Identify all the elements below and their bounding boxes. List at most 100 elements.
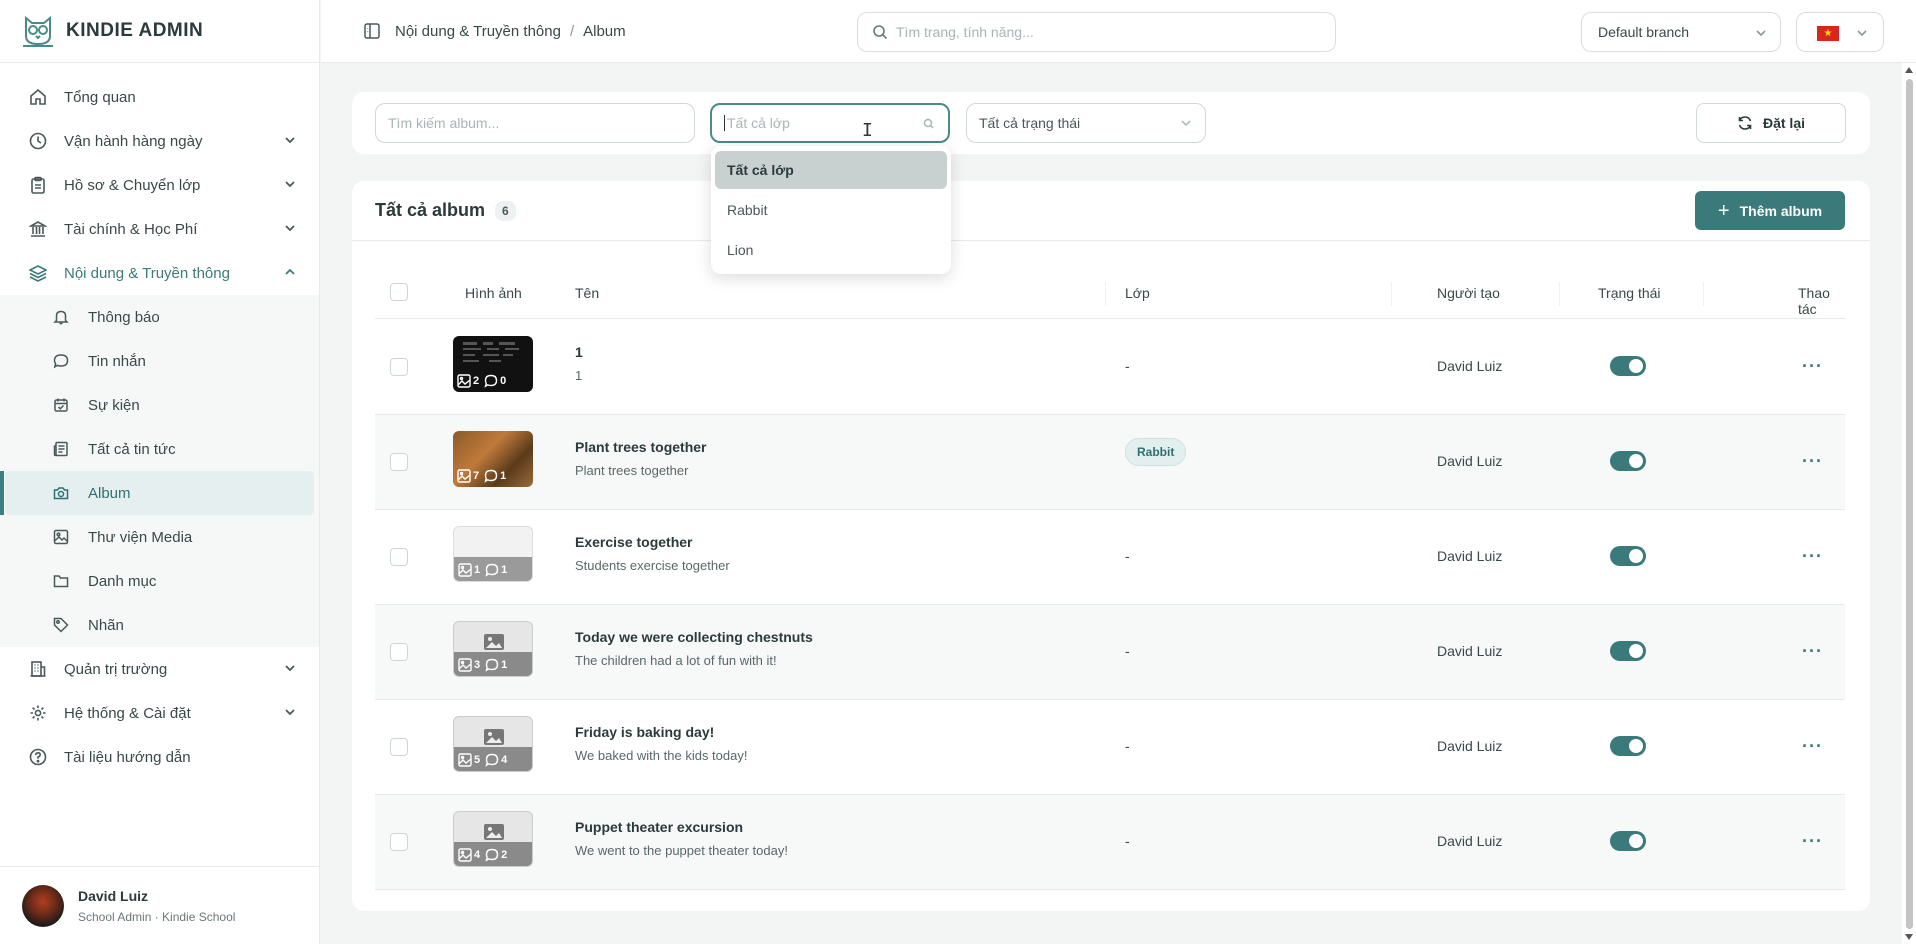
album-search-placeholder: Tìm kiếm album... [388, 115, 500, 131]
add-album-button[interactable]: + Thêm album [1695, 191, 1845, 230]
more-actions-icon[interactable]: ··· [1802, 831, 1823, 852]
album-thumbnail[interactable]: 5 4 [453, 716, 533, 772]
global-search-input[interactable]: Tìm trang, tính năng... [857, 12, 1336, 52]
album-name[interactable]: Friday is baking day! [575, 724, 714, 740]
row-checkbox[interactable] [390, 548, 408, 566]
table-row[interactable]: 7 1 Plant trees together Plant trees tog… [375, 415, 1845, 510]
sidebar-item-daily-ops[interactable]: Vận hành hàng ngày [0, 119, 319, 163]
scroll-up-icon[interactable] [1905, 67, 1913, 73]
sidebar-item-docs[interactable]: Tài liệu hướng dẫn [0, 735, 319, 779]
album-thumbnail[interactable]: 3 1 [453, 621, 533, 677]
sidebar-item-notifications[interactable]: Thông báo [0, 295, 319, 339]
page-scrollbar[interactable] [1902, 63, 1916, 944]
more-actions-icon[interactable]: ··· [1802, 641, 1823, 662]
row-checkbox[interactable] [390, 453, 408, 471]
sidebar-item-overview[interactable]: Tổng quan [0, 75, 319, 119]
column-header-name[interactable]: Tên [575, 285, 599, 301]
album-class: - [1125, 548, 1130, 564]
album-search-input[interactable]: Tìm kiếm album... [375, 103, 695, 143]
album-name[interactable]: Plant trees together [575, 439, 706, 455]
album-description: The children had a lot of fun with it! [575, 653, 777, 668]
sidebar-item-finance[interactable]: Tài chính & Học Phí [0, 207, 319, 251]
table-row[interactable]: 2 0 1 1 - David Luiz ··· [375, 320, 1845, 415]
album-name[interactable]: Exercise together [575, 534, 693, 550]
camera-icon [52, 484, 70, 502]
album-name[interactable]: Puppet theater excursion [575, 819, 743, 835]
album-creator: David Luiz [1437, 453, 1503, 469]
sidebar-item-album[interactable]: Album [0, 471, 314, 515]
status-toggle[interactable] [1610, 641, 1646, 661]
table-row[interactable]: 4 2 Puppet theater excursion We went to … [375, 795, 1845, 890]
status-filter-select[interactable]: Tất cả trạng thái [966, 103, 1206, 143]
more-actions-icon[interactable]: ··· [1802, 356, 1823, 377]
class-badge: Rabbit [1125, 438, 1187, 466]
comment-count: 0 [500, 375, 507, 387]
tag-icon [52, 616, 70, 634]
row-checkbox[interactable] [390, 643, 408, 661]
plus-icon: + [1717, 199, 1730, 222]
chat-icon [485, 563, 499, 577]
sidebar-item-school-admin[interactable]: Quản trị trường [0, 647, 319, 691]
album-thumbnail[interactable]: 1 1 [453, 526, 533, 582]
sidebar-toggle-icon[interactable] [363, 22, 381, 40]
dropdown-option-lion[interactable]: Lion [715, 231, 947, 269]
dropdown-option-rabbit[interactable]: Rabbit [715, 191, 947, 229]
filter-bar: Tìm kiếm album... Tất cả lớp Tất cả trạn… [352, 92, 1870, 154]
scrollbar-thumb[interactable] [1906, 79, 1913, 929]
language-select[interactable]: ★ [1796, 12, 1884, 52]
album-thumbnail[interactable]: 7 1 [453, 431, 533, 487]
sidebar-item-label: Quản trị trường [64, 660, 168, 678]
branch-select[interactable]: Default branch [1581, 12, 1781, 52]
sidebar-item-system-settings[interactable]: Hệ thống & Cài đặt [0, 691, 319, 735]
sidebar-item-messages[interactable]: Tin nhắn [0, 339, 319, 383]
row-checkbox[interactable] [390, 833, 408, 851]
table-row[interactable]: 1 1 Exercise together Students exercise … [375, 510, 1845, 605]
chevron-down-icon [285, 225, 295, 232]
status-toggle[interactable] [1610, 831, 1646, 851]
row-checkbox[interactable] [390, 358, 408, 376]
status-toggle[interactable] [1610, 546, 1646, 566]
row-checkbox[interactable] [390, 738, 408, 756]
sidebar-item-content[interactable]: Nội dung & Truyền thông [0, 251, 319, 295]
brand[interactable]: KINDIE ADMIN [0, 0, 319, 63]
sidebar-item-categories[interactable]: Danh mục [0, 559, 319, 603]
column-header-creator[interactable]: Người tạo [1437, 285, 1500, 301]
album-thumbnail[interactable]: 2 0 [453, 336, 533, 392]
status-toggle[interactable] [1610, 451, 1646, 471]
sidebar-item-media-library[interactable]: Thư viện Media [0, 515, 319, 559]
scroll-down-icon[interactable] [1905, 934, 1913, 940]
sidebar-item-news[interactable]: Tất cả tin tức [0, 427, 319, 471]
sidebar-item-records[interactable]: Hồ sơ & Chuyển lớp [0, 163, 319, 207]
album-description: 1 [575, 368, 583, 383]
vietnam-flag-icon: ★ [1817, 26, 1839, 41]
status-filter-value: Tất cả trạng thái [979, 115, 1081, 131]
chevron-down-icon [285, 181, 295, 188]
album-description: We went to the puppet theater today! [575, 843, 788, 858]
sidebar-item-label: Hệ thống & Cài đặt [64, 704, 191, 722]
more-actions-icon[interactable]: ··· [1802, 736, 1823, 757]
clock-icon [28, 131, 48, 151]
breadcrumb-parent[interactable]: Nội dung & Truyền thông [395, 23, 561, 40]
album-name[interactable]: 1 [575, 344, 583, 360]
content-submenu: Thông báo Tin nhắn Sự kiện Tất cả tin tứ… [0, 295, 319, 647]
more-actions-icon[interactable]: ··· [1802, 546, 1823, 567]
class-filter-select[interactable]: Tất cả lớp [710, 103, 950, 143]
more-actions-icon[interactable]: ··· [1802, 451, 1823, 472]
dropdown-option-all-classes[interactable]: Tất cả lớp [715, 151, 947, 189]
select-all-checkbox[interactable] [390, 283, 408, 301]
reset-button[interactable]: Đặt lại [1696, 103, 1846, 143]
class-filter-placeholder: Tất cả lớp [727, 115, 790, 131]
status-toggle[interactable] [1610, 736, 1646, 756]
user-profile[interactable]: David Luiz School Admin · Kindie School [0, 866, 319, 944]
sidebar-item-tags[interactable]: Nhãn [0, 603, 319, 647]
album-thumbnail[interactable]: 4 2 [453, 811, 533, 867]
chevron-down-icon [285, 137, 295, 144]
column-header-status[interactable]: Trạng thái [1598, 285, 1661, 301]
column-header-class[interactable]: Lớp [1125, 285, 1150, 301]
album-name[interactable]: Today we were collecting chestnuts [575, 629, 813, 645]
status-toggle[interactable] [1610, 356, 1646, 376]
table-row[interactable]: 5 4 Friday is baking day! We baked with … [375, 700, 1845, 795]
table-row[interactable]: 3 1 Today we were collecting chestnuts T… [375, 605, 1845, 700]
image-placeholder-icon [484, 729, 504, 745]
sidebar-item-events[interactable]: Sự kiện [0, 383, 319, 427]
